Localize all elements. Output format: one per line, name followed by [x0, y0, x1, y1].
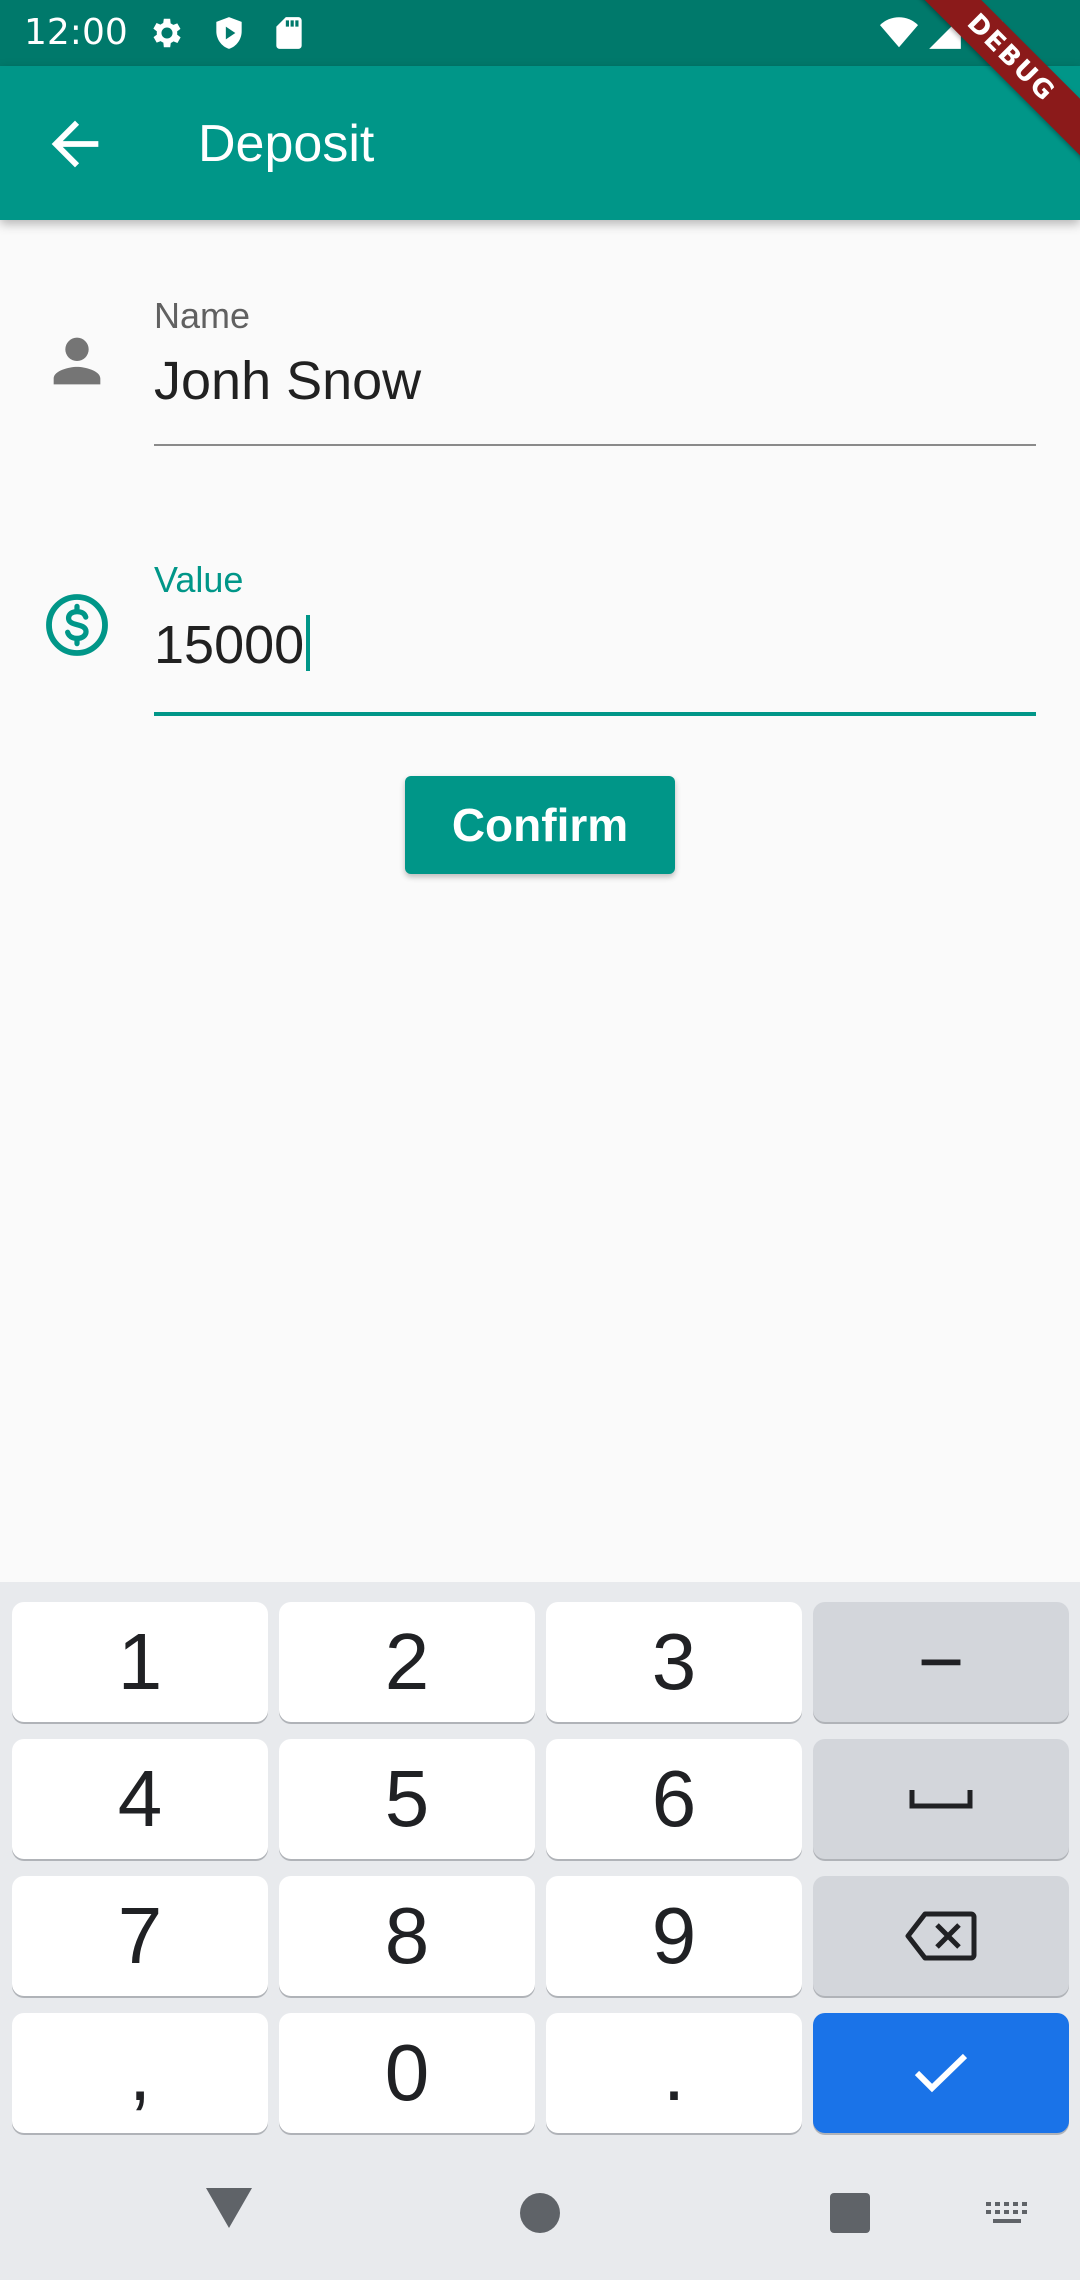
- key-4[interactable]: 4: [12, 1739, 268, 1859]
- key-minus[interactable]: −: [813, 1602, 1069, 1722]
- key-period[interactable]: .: [546, 2013, 802, 2133]
- value-label: Value: [154, 559, 244, 600]
- check-icon: [914, 2053, 968, 2093]
- wifi-icon: [880, 17, 918, 48]
- shield-play-icon: [216, 17, 242, 49]
- status-time: 12:00: [24, 12, 128, 53]
- value-input[interactable]: 15000: [154, 612, 311, 678]
- arrow-back-icon[interactable]: [40, 109, 110, 179]
- value-underline: [154, 712, 1036, 716]
- status-bar: 12:00: [0, 0, 1080, 66]
- key-2[interactable]: 2: [279, 1602, 535, 1722]
- key-3[interactable]: 3: [546, 1602, 802, 1722]
- person-icon: [53, 337, 101, 385]
- key-backspace[interactable]: [813, 1876, 1069, 1996]
- key-1[interactable]: 1: [12, 1602, 268, 1722]
- app-bar: Deposit: [0, 66, 1080, 220]
- numeric-keyboard: 1 2 3 − 4 5 6 7 8 9 , 0 .: [0, 1582, 1080, 2280]
- home-circle-icon[interactable]: [519, 2192, 561, 2234]
- space-icon: [909, 1790, 973, 1809]
- name-field[interactable]: Name Jonh Snow: [0, 290, 1080, 450]
- page-title: Deposit: [198, 115, 375, 173]
- name-underline: [154, 444, 1036, 446]
- name-label: Name: [154, 295, 251, 336]
- settings-icon: [153, 18, 181, 48]
- key-7[interactable]: 7: [12, 1876, 268, 1996]
- recents-square-icon[interactable]: [829, 2192, 871, 2234]
- key-6[interactable]: 6: [546, 1739, 802, 1859]
- backspace-icon: [905, 1911, 977, 1961]
- name-input[interactable]: Jonh Snow: [154, 348, 421, 414]
- back-triangle-icon[interactable]: [204, 2186, 254, 2230]
- text-cursor: [306, 615, 311, 671]
- key-done[interactable]: [813, 2013, 1069, 2133]
- key-0[interactable]: 0: [279, 2013, 535, 2133]
- confirm-button[interactable]: Confirm: [405, 776, 675, 874]
- key-8[interactable]: 8: [279, 1876, 535, 1996]
- key-comma[interactable]: ,: [12, 2013, 268, 2133]
- keyboard-switch-icon[interactable]: [984, 2200, 1030, 2228]
- key-5[interactable]: 5: [279, 1739, 535, 1859]
- sd-card-icon: [276, 17, 302, 49]
- key-9[interactable]: 9: [546, 1876, 802, 1996]
- dollar-circle-icon: [46, 594, 108, 656]
- key-space[interactable]: [813, 1739, 1069, 1859]
- value-field[interactable]: Value 15000: [0, 558, 1080, 718]
- value-input-text: 15000: [154, 615, 305, 675]
